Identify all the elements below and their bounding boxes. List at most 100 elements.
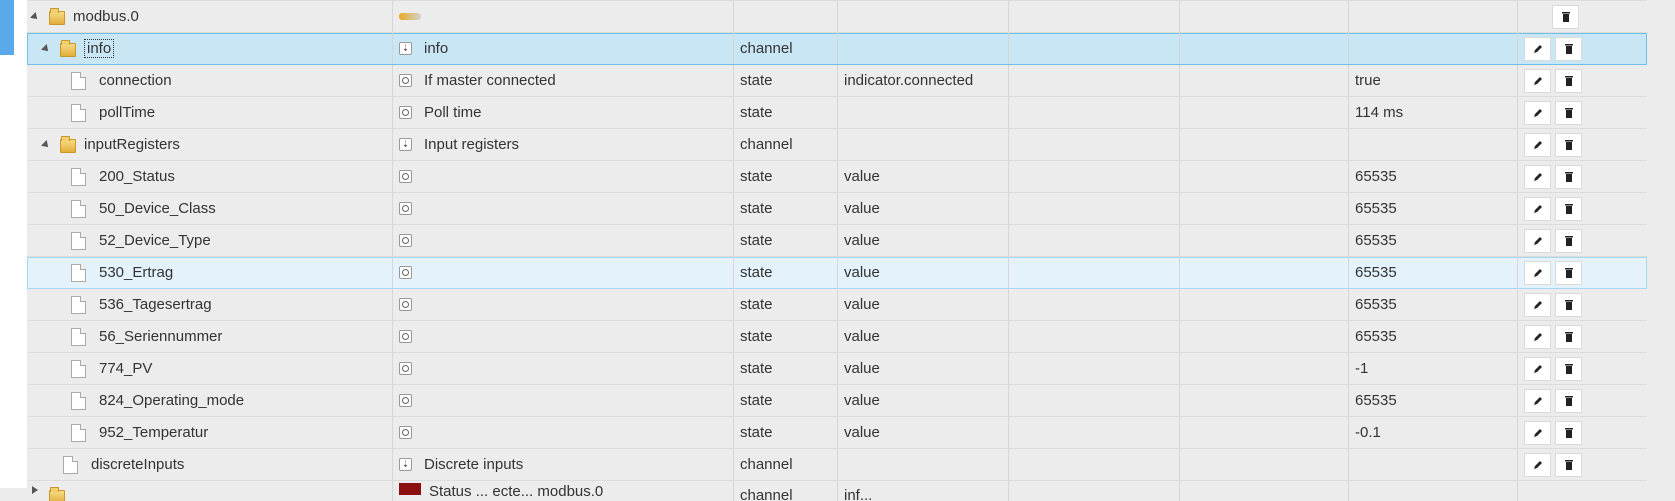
edit-button[interactable] <box>1524 100 1551 125</box>
row-value[interactable]: 65535 <box>1355 296 1397 313</box>
edit-button[interactable] <box>1524 196 1551 221</box>
expand-triangle-icon[interactable] <box>30 11 40 22</box>
row-value[interactable]: 65535 <box>1355 264 1397 281</box>
delete-button[interactable] <box>1555 388 1582 413</box>
edit-button[interactable] <box>1524 68 1551 93</box>
tree-row-channel[interactable]: Status ... ecte... modbus.0 channel inf.… <box>27 481 1647 501</box>
row-role: indicator.connected <box>844 72 974 89</box>
tree-row-channel[interactable]: discreteInputs ⇣ Discrete inputs channel <box>27 449 1647 481</box>
tree-row-state[interactable]: 530_Ertrag state value 65535 <box>27 257 1647 289</box>
tree-row-channel[interactable]: info ⇣ info channel <box>27 33 1647 65</box>
row-value[interactable]: 65535 <box>1355 232 1397 249</box>
row-value[interactable]: 65535 <box>1355 328 1397 345</box>
delete-button[interactable] <box>1555 260 1582 285</box>
row-label: If master connected <box>424 72 556 89</box>
tree-row-state[interactable]: 952_Temperatur state value -0.1 <box>27 417 1647 449</box>
edit-button[interactable] <box>1524 164 1551 189</box>
trash-icon <box>1564 299 1573 310</box>
delete-button[interactable] <box>1555 68 1582 93</box>
pencil-icon <box>1533 364 1542 373</box>
file-icon <box>71 231 86 250</box>
delete-button[interactable] <box>1555 164 1582 189</box>
row-type: channel <box>740 136 793 153</box>
expand-triangle-icon[interactable] <box>41 43 51 54</box>
delete-button[interactable] <box>1555 324 1582 349</box>
row-type: state <box>740 392 773 409</box>
trash-icon <box>1564 235 1573 246</box>
row-type: state <box>740 264 773 281</box>
tree-row-state[interactable]: 50_Device_Class state value 65535 <box>27 193 1647 225</box>
row-value[interactable]: -1 <box>1355 360 1368 377</box>
state-icon <box>399 394 412 407</box>
trash-icon <box>1564 139 1573 150</box>
trash-icon <box>1564 459 1573 470</box>
edit-button[interactable] <box>1524 260 1551 285</box>
delete-button[interactable] <box>1552 4 1579 29</box>
tree-row-channel[interactable]: inputRegisters ⇣ Input registers channel <box>27 129 1647 161</box>
channel-icon: ⇣ <box>399 458 412 471</box>
row-role: value <box>844 424 880 441</box>
folder-icon <box>60 136 76 153</box>
row-value[interactable]: -0.1 <box>1355 424 1381 441</box>
pencil-icon <box>1533 300 1542 309</box>
channel-icon: ⇣ <box>399 138 412 151</box>
state-icon <box>399 362 412 375</box>
row-name: 952_Temperatur <box>99 424 209 441</box>
tree-row-state[interactable]: 52_Device_Type state value 65535 <box>27 225 1647 257</box>
row-role: value <box>844 296 880 313</box>
tree-row-adapter[interactable]: modbus.0 <box>27 1 1647 33</box>
delete-button[interactable] <box>1555 100 1582 125</box>
row-name: 200_Status <box>99 168 175 185</box>
tree-row-state[interactable]: pollTime Poll time state 114 ms <box>27 97 1647 129</box>
row-type: state <box>740 424 773 441</box>
edit-button[interactable] <box>1524 356 1551 381</box>
folder-icon <box>49 487 65 501</box>
edit-button[interactable] <box>1524 420 1551 445</box>
trash-icon <box>1564 331 1573 342</box>
file-icon <box>71 423 86 442</box>
pencil-icon <box>1533 236 1542 245</box>
row-value[interactable]: 65535 <box>1355 200 1397 217</box>
tree-row-state[interactable]: 536_Tagesertrag state value 65535 <box>27 289 1647 321</box>
state-icon <box>399 426 412 439</box>
edit-button[interactable] <box>1524 228 1551 253</box>
delete-button[interactable] <box>1555 196 1582 221</box>
row-value[interactable]: 65535 <box>1355 392 1397 409</box>
edit-button[interactable] <box>1524 388 1551 413</box>
edit-button[interactable] <box>1524 324 1551 349</box>
row-type: state <box>740 168 773 185</box>
row-value[interactable]: true <box>1355 72 1381 89</box>
delete-button[interactable] <box>1555 452 1582 477</box>
tree-row-state[interactable]: 56_Seriennummer state value 65535 <box>27 321 1647 353</box>
delete-button[interactable] <box>1555 420 1582 445</box>
row-name: inputRegisters <box>84 136 180 153</box>
delete-button[interactable] <box>1555 36 1582 61</box>
tree-row-state[interactable]: 200_Status state value 65535 <box>27 161 1647 193</box>
expand-triangle-icon[interactable] <box>41 139 51 150</box>
delete-button[interactable] <box>1555 356 1582 381</box>
file-icon <box>71 199 86 218</box>
row-value[interactable]: 65535 <box>1355 168 1397 185</box>
edit-button[interactable] <box>1524 132 1551 157</box>
trash-icon <box>1561 11 1570 22</box>
file-icon <box>71 103 86 122</box>
trash-icon <box>1564 203 1573 214</box>
collapse-triangle-icon[interactable] <box>32 486 38 494</box>
trash-icon <box>1564 363 1573 374</box>
row-type: state <box>740 200 773 217</box>
edit-button[interactable] <box>1524 36 1551 61</box>
delete-button[interactable] <box>1555 132 1582 157</box>
delete-button[interactable] <box>1555 292 1582 317</box>
trash-icon <box>1564 395 1573 406</box>
state-icon <box>399 106 412 119</box>
edit-button[interactable] <box>1524 452 1551 477</box>
edit-button[interactable] <box>1524 292 1551 317</box>
row-type: state <box>740 104 773 121</box>
row-role: value <box>844 328 880 345</box>
tree-row-state[interactable]: 774_PV state value -1 <box>27 353 1647 385</box>
tree-row-state[interactable]: 824_Operating_mode state value 65535 <box>27 385 1647 417</box>
delete-button[interactable] <box>1555 228 1582 253</box>
row-value[interactable]: 114 ms <box>1355 104 1403 121</box>
tree-row-state[interactable]: connection If master connected state ind… <box>27 65 1647 97</box>
row-name: 52_Device_Type <box>99 232 211 249</box>
